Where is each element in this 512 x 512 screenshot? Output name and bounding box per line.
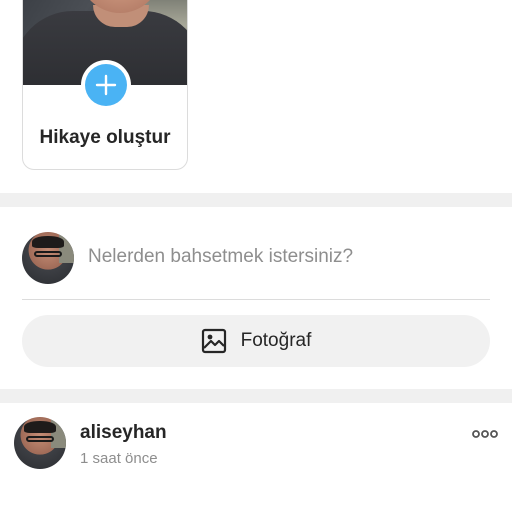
create-story-card[interactable]: Hikaye oluştur [22, 0, 188, 170]
post-author-avatar[interactable] [14, 417, 66, 469]
add-photo-button[interactable]: Fotoğraf [22, 315, 490, 367]
more-horizontal-icon[interactable] [472, 428, 498, 440]
create-story-label: Hikaye oluştur [39, 127, 171, 148]
section-divider [0, 193, 512, 207]
post-author-username[interactable]: aliseyhan [80, 422, 167, 444]
add-photo-label: Fotoğraf [240, 330, 312, 351]
section-divider [0, 389, 512, 403]
post-composer-input[interactable]: Nelerden bahsetmek istersiniz? [88, 246, 353, 268]
image-icon [201, 328, 226, 354]
composer-avatar [22, 232, 74, 284]
post-timestamp: 1 saat önce [80, 450, 158, 467]
composer-divider [22, 299, 490, 300]
plus-icon [95, 74, 117, 96]
add-story-button[interactable] [81, 60, 131, 110]
